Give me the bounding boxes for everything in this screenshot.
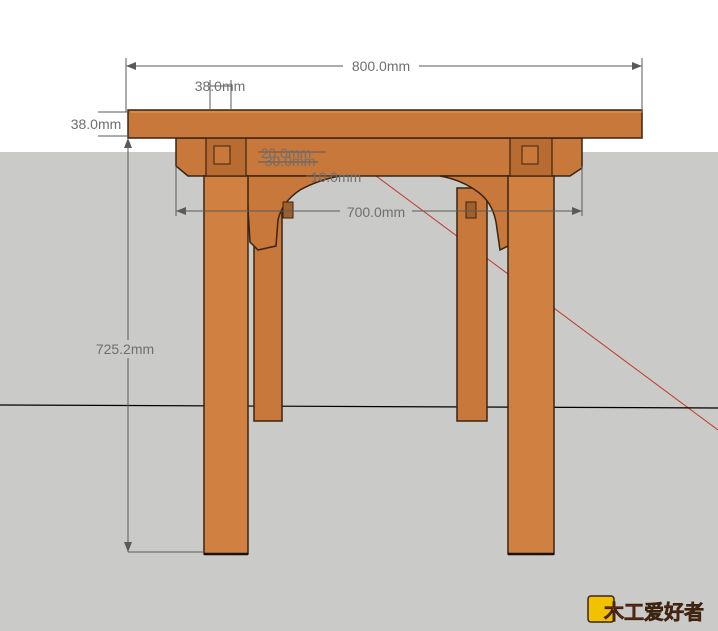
dimension-label-apron-b[interactable]: 30.0mm: [265, 153, 316, 169]
dimension-label-38-left[interactable]: 38.0mm: [71, 116, 122, 132]
front-left-leg: [203, 175, 249, 555]
right-leg-top-notch: [521, 145, 539, 165]
left-leg-top-notch: [213, 145, 231, 165]
left-bracket-tenon: [282, 201, 294, 219]
3d-model-scene[interactable]: 800.0mm 38.0mm 38.0mm 725.2mm 700.0mm 20…: [0, 0, 718, 631]
dimension-label-height[interactable]: 725.2mm: [96, 341, 154, 357]
logo-text: 木工爱好者: [603, 600, 704, 624]
right-bracket-tenon: [465, 201, 477, 219]
sketchup-viewport[interactable]: 800.0mm 38.0mm 38.0mm 725.2mm 700.0mm 20…: [0, 0, 718, 631]
dimension-label-38-top[interactable]: 38.0mm: [195, 78, 246, 94]
wooden-craft-logo-icon: 木工爱好者: [587, 595, 704, 624]
dimension-label-span[interactable]: 700.0mm: [347, 204, 405, 220]
table-top: [127, 109, 643, 139]
dimension-label-width[interactable]: 800.0mm: [352, 58, 410, 74]
ground-plane: [0, 152, 718, 631]
dimension-label-apron-c[interactable]: 10.0mm: [311, 169, 362, 185]
back-right-leg: [456, 187, 488, 422]
front-right-leg: [507, 175, 555, 555]
